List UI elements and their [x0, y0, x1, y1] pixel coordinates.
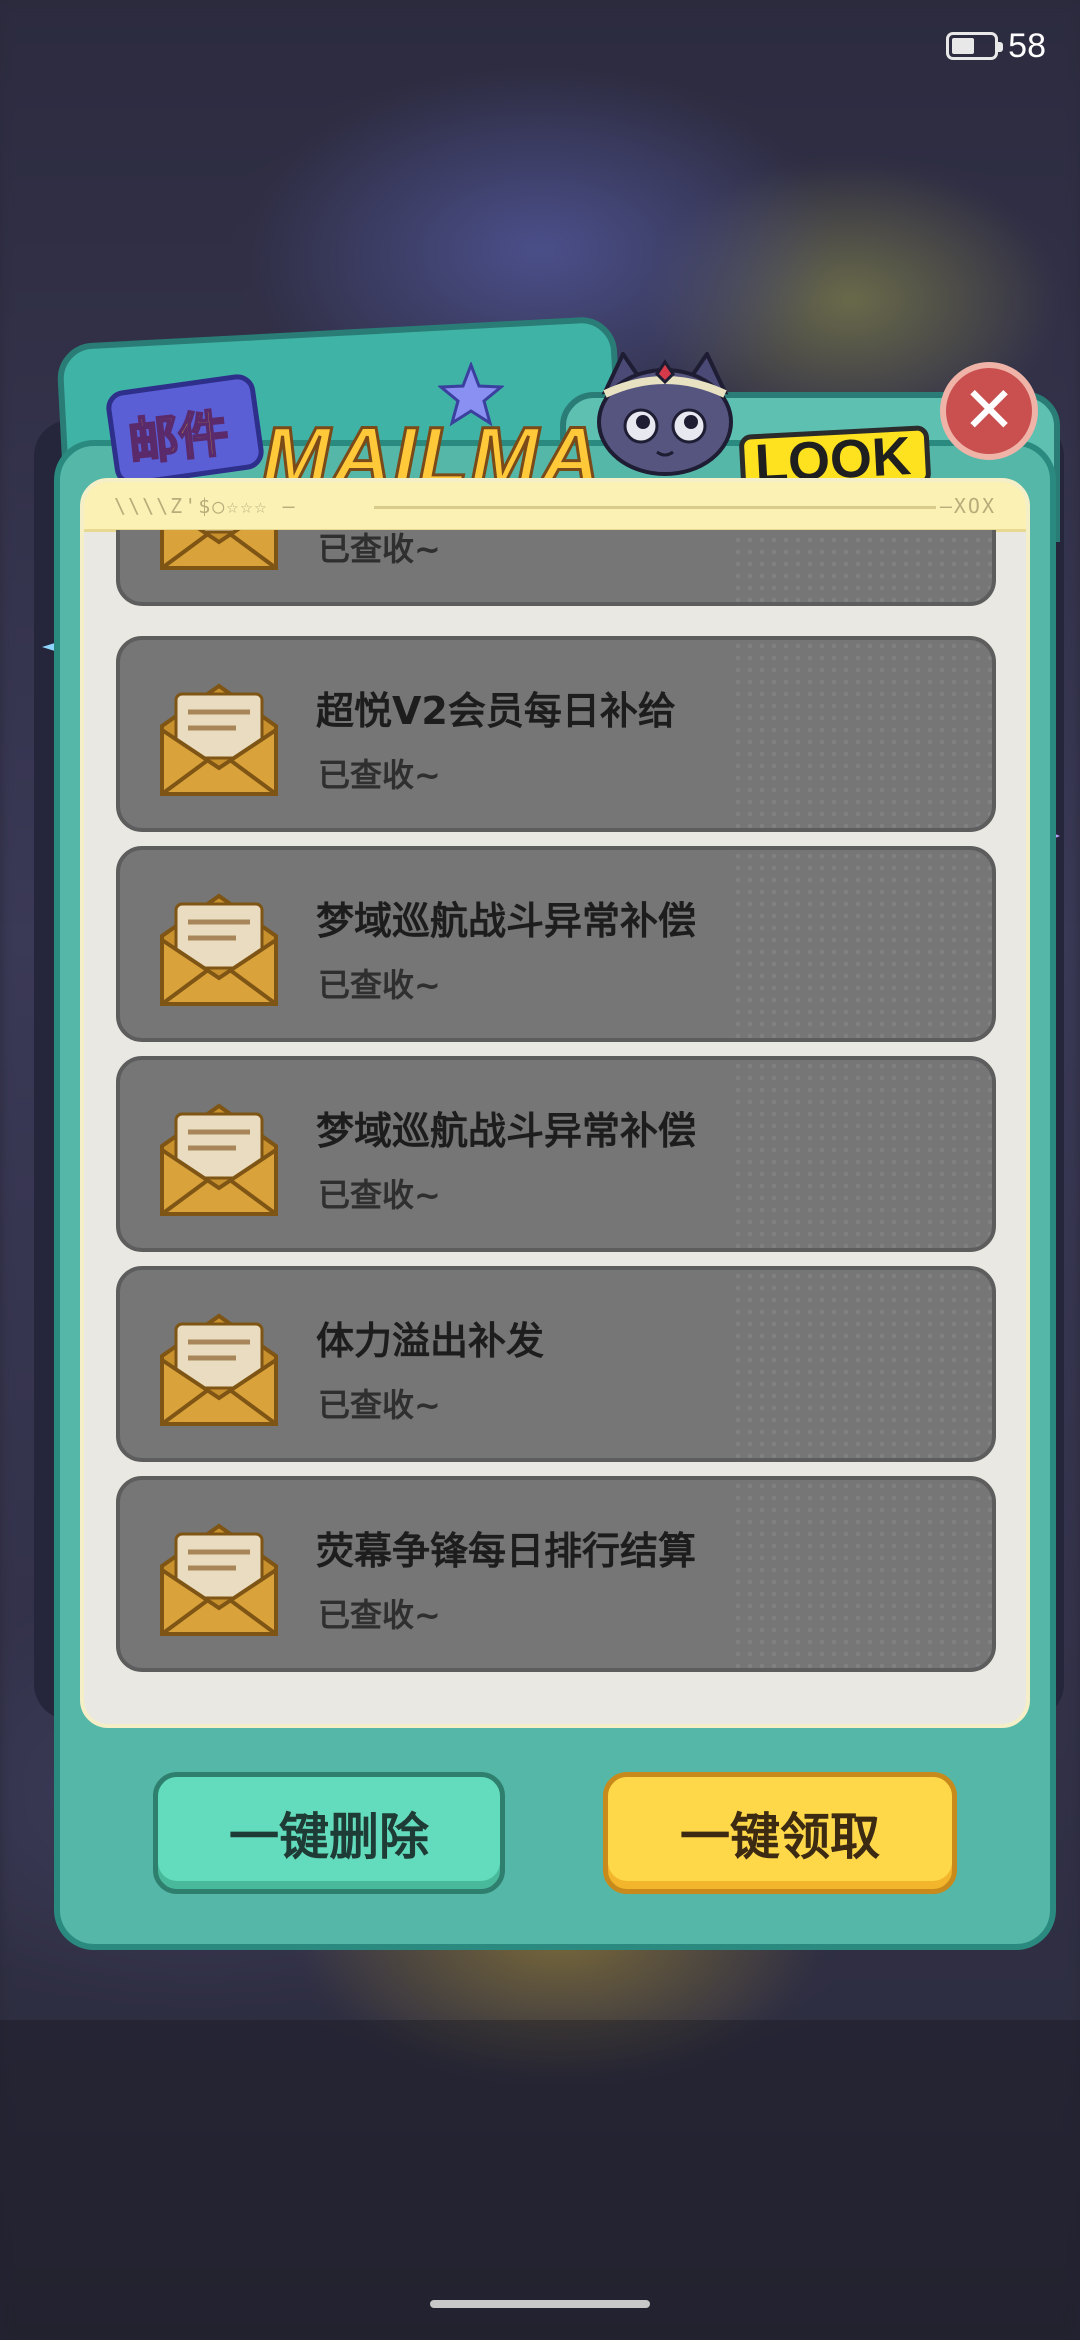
delete-all-button[interactable]: 一键删除 — [153, 1772, 505, 1894]
mail-status: 已查收~ — [318, 1176, 441, 1214]
close-button[interactable]: ✕ — [940, 362, 1038, 460]
background-shade — [0, 2020, 1080, 2340]
mail-item[interactable]: 已查收~ — [116, 530, 996, 606]
header-decoration: \\\\Z'$○☆☆☆ — — [114, 494, 297, 518]
mail-status: 已查收~ — [318, 966, 441, 1004]
mail-title: 体力溢出补发 — [316, 1319, 545, 1363]
mail-item[interactable]: 荧幕争锋每日排行结算 已查收~ — [116, 1476, 996, 1672]
battery-icon — [946, 32, 1004, 60]
mail-title: 梦域巡航战斗异常补偿 — [316, 1109, 697, 1153]
mail-title: 荧幕争锋每日排行结算 — [316, 1529, 697, 1573]
header-decoration: —XOX — [939, 494, 996, 518]
mail-status: 已查收~ — [318, 1596, 441, 1634]
mail-title: 梦域巡航战斗异常补偿 — [316, 899, 697, 943]
claim-all-label: 一键领取 — [680, 1808, 880, 1866]
mail-status: 已查收~ — [318, 530, 441, 568]
envelope-icon — [160, 530, 278, 570]
mail-badge-label: 邮件 — [125, 403, 233, 473]
mail-status: 已查收~ — [318, 1386, 441, 1424]
envelope-icon — [160, 1313, 278, 1426]
mail-list-header: \\\\Z'$○☆☆☆ — —XOX — [84, 482, 1026, 532]
mail-title: 超悦V2会员每日补给 — [316, 689, 676, 733]
mail-item[interactable]: 体力溢出补发 已查收~ — [116, 1266, 996, 1462]
claim-all-button[interactable]: 一键领取 — [603, 1772, 957, 1894]
status-bar: 58 — [946, 22, 1046, 70]
mail-list[interactable]: 已查收~ 超悦V2会员每日补给 已查收~ 梦域巡航战斗异常补偿 已查收~ 梦域巡… — [116, 530, 996, 1680]
mail-item[interactable]: 超悦V2会员每日补给 已查收~ — [116, 636, 996, 832]
envelope-icon — [160, 1523, 278, 1636]
battery-level: 58 — [1008, 26, 1046, 65]
mail-item[interactable]: 梦域巡航战斗异常补偿 已查收~ — [116, 1056, 996, 1252]
home-indicator[interactable] — [430, 2300, 650, 2308]
close-icon: ✕ — [962, 374, 1016, 448]
cat-mascot-icon — [597, 352, 733, 476]
envelope-icon — [160, 893, 278, 1006]
envelope-icon — [160, 683, 278, 796]
envelope-icon — [160, 1103, 278, 1216]
delete-all-label: 一键删除 — [229, 1808, 429, 1866]
mail-status: 已查收~ — [318, 756, 441, 794]
mail-item[interactable]: 梦域巡航战斗异常补偿 已查收~ — [116, 846, 996, 1042]
